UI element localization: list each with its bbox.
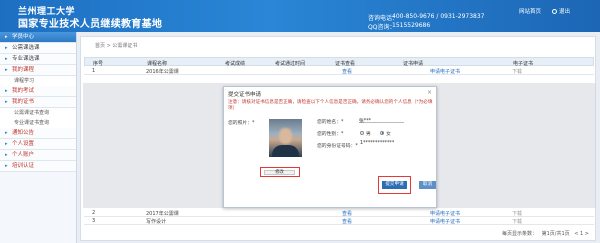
name-input[interactable]: 张*** <box>359 117 404 124</box>
sidebar-item[interactable]: ▸ 公需课选课 <box>0 43 76 54</box>
chevron-right-icon: ▸ <box>5 99 8 105</box>
dialog-notice: 注意：请核对证书信息是否正确，请检查以下个人信息是否正确，请务必确认您的个人信息… <box>228 100 433 111</box>
sidebar-item-label: 专业课证书查询 <box>14 120 50 126</box>
power-icon <box>552 9 557 14</box>
sidebar-item[interactable]: 专业课证书查询 <box>0 118 76 128</box>
chevron-right-icon: ▸ <box>5 45 8 51</box>
chevron-right-icon: ▸ <box>5 141 8 147</box>
close-icon[interactable]: × <box>427 89 432 96</box>
pagination: 每页显示条数： 第1页/共1页 < 1 > <box>499 230 589 237</box>
sidebar-item[interactable]: ▸ 我的考试 <box>0 86 76 97</box>
sidebar-item[interactable]: 公需课证书查询 <box>0 108 76 118</box>
gender-female-label: 女 <box>386 132 391 137</box>
table-header: 序号 课程名称 考试成绩 考试通过时间 证书查看 证书申请 电子证书 <box>84 57 594 67</box>
sidebar-item-label: 学员中心 <box>12 34 35 40</box>
sidebar-item-label: 培训认证 <box>12 163 35 169</box>
page-info: 第1页/共1页 <box>541 231 570 237</box>
photo-label: 您的照片：* <box>228 121 255 126</box>
table-cell-name: 2017年公需课 <box>146 211 179 217</box>
table-cell-apply[interactable]: 申请电子证书 <box>430 68 460 75</box>
table-cell-name: 2016年公需课 <box>146 69 179 75</box>
logout-link[interactable]: 退出 <box>552 7 570 15</box>
submit-highlight: 提交申请 <box>378 176 411 194</box>
gender-male-label: 男 <box>366 132 371 137</box>
column-header: 电子证书 <box>513 61 534 67</box>
column-header: 序号 <box>93 61 104 67</box>
certificate-apply-dialog: 提交证书申请 × 注意：请核对证书信息是否正确，请检查以下个人信息是否正确，请务… <box>223 86 437 208</box>
sidebar-item-label: 公需课选课 <box>12 45 40 51</box>
qq-number: 1515529686 <box>392 22 431 29</box>
sidebar: ▸ 学员中心 ▸ 公需课选课 ▸ 专业课选课 ▸ 我的课程课程学习 ▸ 我的考试 ▸ 我的证书公需课证… <box>0 32 77 243</box>
column-header: 考试通过时间 <box>275 61 306 67</box>
hotline-number: 400-850-9676 / 0931-2973837 <box>392 13 485 20</box>
column-header: 考试成绩 <box>225 61 246 67</box>
chevron-right-icon: ▸ <box>5 152 8 158</box>
sidebar-item[interactable]: 课程学习 <box>0 76 76 86</box>
sidebar-item-label: 个人设置 <box>12 141 35 147</box>
table-cell-no: 1 <box>92 68 96 74</box>
logout-label: 退出 <box>559 9 571 15</box>
id-label: 您的身份证号码：* <box>317 144 358 149</box>
page-size-label: 每页显示条数： <box>501 231 537 237</box>
table-cell-cert[interactable]: 下载 <box>512 210 522 217</box>
table-cell-cert[interactable]: 下载 <box>512 68 522 75</box>
table-cell-no: 3 <box>92 218 96 224</box>
table-cell-no: 2 <box>92 210 96 216</box>
table-cell-apply[interactable]: 申请电子证书 <box>430 210 460 217</box>
sidebar-item-label: 我的课程 <box>12 67 35 73</box>
chevron-right-icon: ▸ <box>5 34 8 40</box>
sidebar-item-label: 专业课选课 <box>12 56 40 62</box>
id-number-field[interactable]: 1************* <box>360 141 410 147</box>
chevron-right-icon: ▸ <box>5 163 8 169</box>
dialog-title: 提交证书申请 <box>228 92 262 98</box>
sidebar-item-label: 个人账户 <box>12 152 35 158</box>
sidebar-item[interactable]: ▸ 个人设置 <box>0 139 76 150</box>
gender-label: 您的性别：* <box>317 132 344 137</box>
sidebar-item-label: 课程学习 <box>14 78 35 84</box>
sidebar-item[interactable]: ▸ 培训认证 <box>0 161 76 172</box>
sidebar-item[interactable]: ▸ 我的证书 <box>0 97 76 108</box>
sidebar-item-label: 我的证书 <box>12 99 35 105</box>
table-row: 1 2016年公需课 查看 申请电子证书 下载 <box>84 67 594 75</box>
cancel-button[interactable]: 取消 <box>419 181 436 189</box>
chevron-right-icon: ▸ <box>5 56 8 62</box>
sidebar-item[interactable]: ▸ 我的课程 <box>0 65 76 76</box>
sidebar-item-label: 我的考试 <box>12 88 35 94</box>
sidebar-item-label: 通知公告 <box>12 130 35 136</box>
table-row: 3 写作设计 查看 申请电子证书 下载 <box>84 217 594 225</box>
table-cell-name: 写作设计 <box>146 219 167 225</box>
sidebar-item[interactable]: ▸ 个人账户 <box>0 150 76 161</box>
sidebar-item[interactable]: ▸ 专业课选课 <box>0 54 76 65</box>
table-cell-view[interactable]: 查看 <box>342 218 352 225</box>
page-nav[interactable]: < 1 > <box>574 231 589 237</box>
gender-male-radio[interactable] <box>360 130 364 135</box>
chevron-right-icon: ▸ <box>5 130 8 136</box>
user-photo <box>269 119 302 157</box>
sidebar-item-label: 公需课证书查询 <box>14 110 50 116</box>
photo-face <box>279 128 292 144</box>
column-header: 证书申请 <box>403 61 424 67</box>
gender-female-radio[interactable] <box>380 130 384 135</box>
upload-photo-label: 修改 <box>264 169 295 175</box>
submit-apply-button[interactable]: 提交申请 <box>382 181 407 189</box>
upload-photo-button[interactable]: 修改 <box>260 167 300 177</box>
table-cell-apply[interactable]: 申请电子证书 <box>430 218 460 225</box>
chevron-right-icon: ▸ <box>5 88 8 94</box>
site-title: 国家专业技术人员继续教育基地 <box>18 19 163 30</box>
chevron-right-icon: ▸ <box>5 67 8 73</box>
column-header: 证书查看 <box>335 61 356 67</box>
name-label: 您的姓名：* <box>317 120 344 125</box>
column-header: 课程名称 <box>147 61 168 67</box>
breadcrumb: 首页 > 公需课证书 <box>95 43 138 49</box>
home-link[interactable]: 网站首页 <box>519 7 541 15</box>
photo-body <box>272 145 299 157</box>
site-header: 兰州理工大学 国家专业技术人员继续教育基地 咨询电话： 400-850-9676… <box>0 0 600 32</box>
sidebar-item[interactable]: ▸ 通知公告 <box>0 128 76 139</box>
table-row: 2 2017年公需课 查看 申请电子证书 下载 <box>84 209 594 217</box>
table-cell-view[interactable]: 查看 <box>342 68 352 75</box>
sidebar-item[interactable]: ▸ 学员中心 <box>0 32 76 43</box>
table-cell-view[interactable]: 查看 <box>342 210 352 217</box>
table-cell-cert[interactable]: 下载 <box>512 218 522 225</box>
